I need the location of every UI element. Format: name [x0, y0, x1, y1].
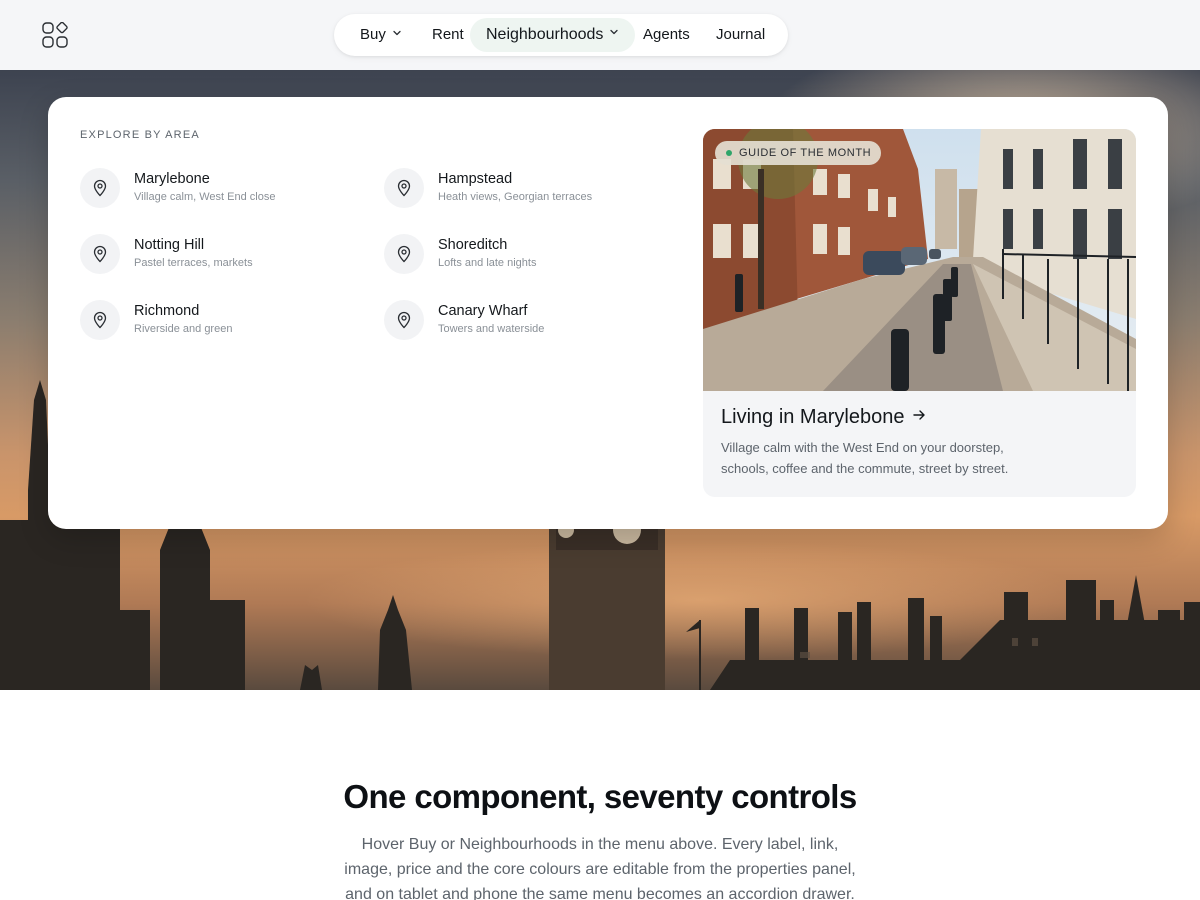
chevron-down-icon: [609, 16, 619, 50]
area-subtitle: Lofts and late nights: [438, 257, 537, 269]
nav-item-journal[interactable]: Journal: [716, 18, 765, 52]
area-subtitle: Village calm, West End close: [134, 191, 276, 203]
top-bar: Buy Rent Neighbourhoods Agents Journal: [0, 0, 1200, 70]
map-pin-icon: [384, 300, 424, 340]
featured-guide-card[interactable]: GUIDE OF THE MONTH Living in Marylebone …: [703, 129, 1136, 497]
neighbourhoods-mega-menu: EXPLORE BY AREA Marylebone Village calm,…: [48, 97, 1168, 529]
map-pin-icon: [80, 300, 120, 340]
section-title: One component, seventy controls: [343, 778, 857, 815]
area-name: Canary Wharf: [438, 303, 528, 319]
badge-label: GUIDE OF THE MONTH: [739, 147, 872, 159]
nav-item-label: Rent: [432, 26, 464, 43]
nav-item-label: Neighbourhoods: [486, 26, 604, 43]
section-description: Hover Buy or Neighbourhoods in the menu …: [344, 836, 856, 900]
area-subtitle: Towers and waterside: [438, 323, 545, 335]
street-photo-image: [703, 129, 1136, 391]
area-link-marylebone[interactable]: Marylebone Village calm, West End close: [80, 168, 360, 208]
nav-item-label: Agents: [643, 26, 690, 43]
map-pin-icon: [384, 234, 424, 274]
area-link-hampstead[interactable]: Hampstead Heath views, Georgian terraces: [384, 168, 664, 208]
explore-by-area-label: EXPLORE BY AREA: [80, 129, 200, 141]
grid-logo-icon[interactable]: [42, 21, 68, 48]
nav-item-buy[interactable]: Buy: [360, 18, 402, 52]
feature-title[interactable]: Living in Marylebone: [721, 406, 926, 429]
nav-item-label: Buy: [360, 26, 386, 43]
nav-item-rent[interactable]: Rent: [432, 18, 464, 52]
nav-item-agents[interactable]: Agents: [643, 18, 690, 52]
nav-item-neighbourhoods[interactable]: Neighbourhoods: [470, 16, 636, 52]
arrow-right-icon: [912, 405, 926, 428]
map-pin-icon: [384, 168, 424, 208]
map-pin-icon: [80, 234, 120, 274]
area-subtitle: Heath views, Georgian terraces: [438, 191, 593, 203]
area-link-notting-hill[interactable]: Notting Hill Pastel terraces, markets: [80, 234, 360, 274]
area-name: Hampstead: [438, 171, 513, 187]
area-name: Marylebone: [134, 171, 210, 187]
area-subtitle: Riverside and green: [134, 323, 233, 335]
nav-item-label: Journal: [716, 26, 766, 43]
chevron-down-icon: [392, 17, 402, 51]
area-name: Richmond: [134, 303, 200, 319]
main-nav: Buy Rent Neighbourhoods Agents Journal: [334, 14, 788, 56]
feature-title-text: Living in Marylebone: [721, 406, 905, 428]
area-subtitle: Pastel terraces, markets: [134, 257, 253, 269]
feature-description: Village calm with the West End on your d…: [721, 440, 1009, 476]
map-pin-icon: [80, 168, 120, 208]
area-link-canary-wharf[interactable]: Canary Wharf Towers and waterside: [384, 300, 664, 340]
area-name: Notting Hill: [134, 237, 205, 253]
guide-of-the-month-badge: GUIDE OF THE MONTH: [715, 141, 882, 165]
area-link-shoreditch[interactable]: Shoreditch Lofts and late nights: [384, 234, 664, 274]
area-link-richmond[interactable]: Richmond Riverside and green: [80, 300, 360, 340]
status-dot: [726, 150, 732, 156]
area-name: Shoreditch: [438, 237, 508, 253]
